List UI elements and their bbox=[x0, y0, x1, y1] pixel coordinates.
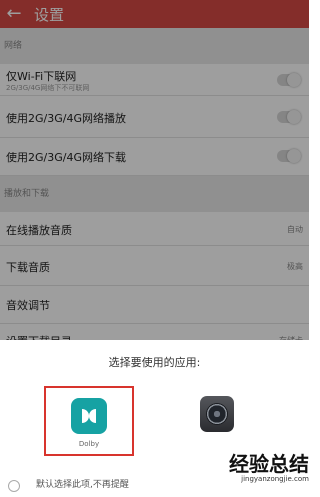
app-label-dolby: Dolby bbox=[78, 440, 100, 448]
watermark: 经验总结 jingyanzongjie.com bbox=[209, 453, 309, 497]
dolby-icon bbox=[71, 398, 107, 434]
remember-choice-label: 默认选择此项,不再提醒 bbox=[36, 480, 129, 490]
chooser-title: 选择要使用的应用: bbox=[108, 356, 201, 369]
dim-overlay[interactable] bbox=[0, 0, 309, 340]
app-option-dolby[interactable]: Dolby bbox=[44, 386, 134, 456]
remember-choice-checkbox[interactable] bbox=[8, 480, 20, 492]
watermark-sub: jingyanzongjie.com bbox=[241, 475, 309, 483]
watermark-main: 经验总结 bbox=[229, 452, 309, 476]
speaker-icon bbox=[200, 396, 234, 432]
app-option-speaker[interactable] bbox=[172, 386, 262, 456]
